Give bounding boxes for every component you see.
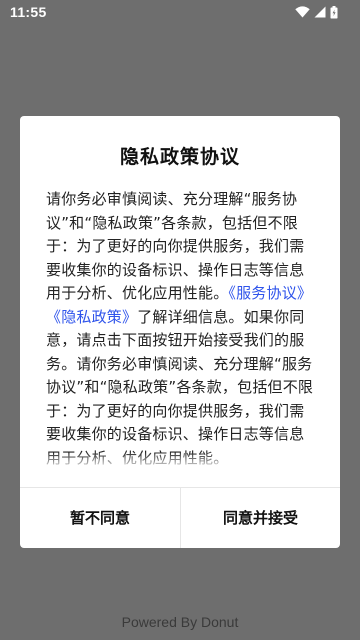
status-bar: 11:55 — [0, 0, 360, 24]
decline-button[interactable]: 暂不同意 — [20, 488, 180, 548]
signal-icon — [314, 6, 326, 18]
privacy-policy-link[interactable]: 《隐私政策》 — [46, 308, 137, 326]
service-agreement-link[interactable]: 《服务协议》 — [228, 284, 312, 302]
dialog-title: 隐私政策协议 — [119, 146, 240, 168]
accept-button[interactable]: 同意并接受 — [181, 488, 340, 548]
powered-by-footer: Powered By Donut — [121, 614, 239, 630]
status-time: 11:55 — [10, 4, 47, 20]
privacy-policy-dialog: 隐私政策协议 请你务必审慎阅读、充分理解“服务协议”和“隐私政策”各条款，包括但… — [20, 116, 340, 548]
body-text-part2: 了解详细信息。如果你同意，请点击下面按钮开始接受我们的服务。请你务必审慎阅读、充… — [46, 307, 314, 467]
wifi-icon — [295, 6, 310, 18]
status-icons — [295, 5, 338, 19]
dialog-body: 请你务必审慎阅读、充分理解“服务协议”和“隐私政策”各条款，包括但不限于：为了更… — [46, 188, 318, 470]
battery-icon — [330, 5, 338, 19]
scroll-fade — [46, 452, 318, 470]
dialog-body-scroll[interactable]: 请你务必审慎阅读、充分理解“服务协议”和“隐私政策”各条款，包括但不限于：为了更… — [46, 188, 318, 470]
